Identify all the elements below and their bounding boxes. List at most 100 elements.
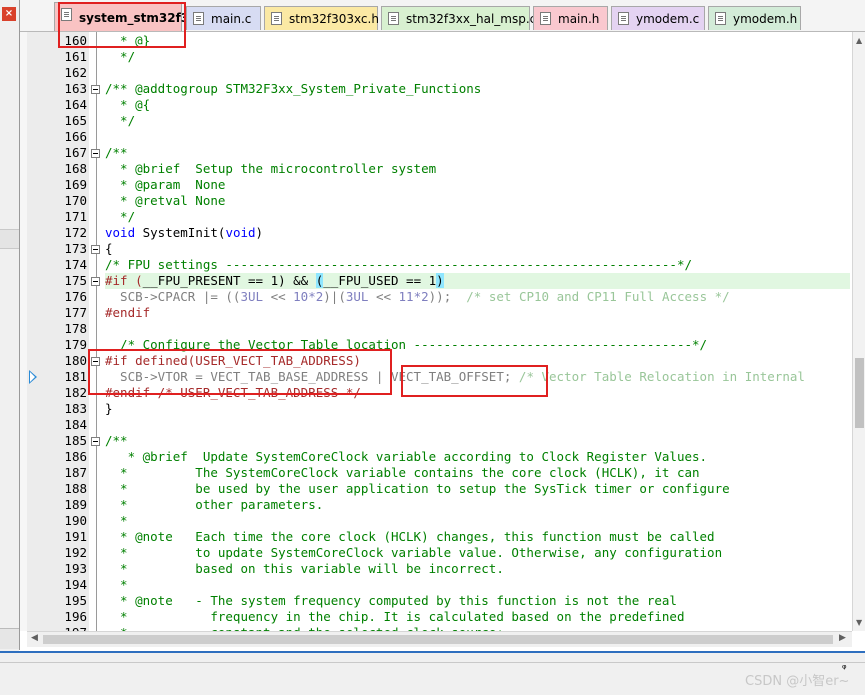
code-line[interactable]: * based on this variable will be incorre…: [105, 561, 504, 577]
line-number: 164: [64, 97, 87, 112]
fold-toggle-icon[interactable]: [91, 437, 100, 446]
panel-bottom-marker: [0, 628, 19, 649]
code-line[interactable]: /**: [105, 433, 128, 449]
scroll-down-icon[interactable]: ▼: [856, 618, 862, 627]
tab-stm32f3xx-hal-msp-c[interactable]: stm32f3xx_hal_msp.c: [381, 6, 536, 30]
code-line[interactable]: */: [105, 113, 135, 129]
line-number: 174: [64, 257, 87, 272]
code-line[interactable]: */: [105, 49, 135, 65]
tab-ymodem-c[interactable]: ymodem.c: [611, 6, 705, 30]
code-line[interactable]: *: [105, 513, 128, 529]
tab-label: stm32f3xx_hal_msp.c: [406, 12, 537, 26]
code-line[interactable]: * @brief Setup the microcontroller syste…: [105, 161, 436, 177]
code-text: <<: [368, 289, 399, 304]
fold-toggle-icon[interactable]: [91, 245, 100, 254]
line-number: 178: [64, 321, 87, 336]
comment: /* set CP10 and CP11 Full Access */: [466, 289, 730, 304]
side-panel-strip: ×: [0, 0, 19, 695]
line-number: 188: [64, 481, 87, 496]
line-number: 170: [64, 193, 87, 208]
code-line[interactable]: * be used by the user application to set…: [105, 481, 730, 497]
fold-guide-line: [96, 32, 97, 631]
code-line-inactive[interactable]: SCB->CPACR |= ((3UL << 10*2)|(3UL << 11*…: [105, 289, 730, 305]
keyword: void: [225, 225, 256, 240]
code-line[interactable]: * frequency in the chip. It is calculate…: [105, 609, 684, 625]
code-line[interactable]: *: [105, 577, 128, 593]
tab-main-c[interactable]: main.c: [186, 6, 261, 30]
horizontal-scrollbar[interactable]: ◀ ▶: [27, 631, 852, 647]
panel-selection-marker: [0, 229, 19, 249]
scroll-thumb[interactable]: [43, 635, 833, 644]
line-number: 194: [64, 577, 87, 592]
tab-ymodem-h[interactable]: ymodem.h: [708, 6, 801, 30]
line-number: 186: [64, 449, 87, 464]
code-line[interactable]: * other parameters.: [105, 497, 323, 513]
line-number: 192: [64, 545, 87, 560]
matched-brace: ): [436, 273, 444, 288]
code-line[interactable]: * @{: [105, 97, 150, 113]
output-panel: [0, 653, 865, 695]
tab-stm32f303xc-h[interactable]: stm32f303xc.h: [264, 6, 379, 30]
code-line[interactable]: * @brief Update SystemCoreClock variable…: [105, 449, 708, 465]
execution-arrow-inner: [30, 372, 35, 382]
line-number: 195: [64, 593, 87, 608]
code-line[interactable]: * to update SystemCoreClock variable val…: [105, 545, 722, 561]
number: 3UL: [240, 289, 264, 304]
line-number: 182: [64, 385, 87, 400]
line-number: 187: [64, 465, 87, 480]
fold-toggle-icon[interactable]: [91, 277, 100, 286]
scroll-up-icon[interactable]: ▲: [856, 36, 862, 45]
fold-toggle-icon[interactable]: [91, 85, 100, 94]
line-number: 165: [64, 113, 87, 128]
line-number: 177: [64, 305, 87, 320]
paren: ): [255, 225, 264, 240]
tab-label: stm32f303xc.h: [289, 12, 379, 26]
annotation-box-vect-tab-offset: [401, 365, 548, 397]
line-number: 185: [64, 433, 87, 448]
file-icon: [715, 12, 726, 25]
code-text: ));: [428, 289, 467, 304]
code-line[interactable]: void SystemInit(void): [105, 225, 263, 241]
output-panel-header: [0, 662, 865, 663]
code-line[interactable]: /**: [105, 145, 128, 161]
code-line[interactable]: {: [105, 241, 113, 257]
line-number: 168: [64, 161, 87, 176]
code-line[interactable]: * @note Each time the core clock (HCLK) …: [105, 529, 715, 545]
line-number: 196: [64, 609, 87, 624]
file-icon: [618, 12, 629, 25]
code-line[interactable]: * @retval None: [105, 193, 225, 209]
code-line[interactable]: * @note - The system frequency computed …: [105, 593, 677, 609]
vertical-scrollbar[interactable]: ▲ ▼: [852, 32, 865, 631]
scroll-thumb[interactable]: [855, 358, 864, 428]
file-icon: [388, 12, 399, 25]
code-text: __FPU_USED == 1: [323, 273, 437, 288]
scroll-right-icon[interactable]: ▶: [839, 633, 846, 643]
code-line[interactable]: */: [105, 209, 135, 225]
code-text: SCB->CPACR |= ((: [105, 289, 241, 304]
line-number: 173: [64, 241, 87, 256]
preprocessor: #if (: [105, 273, 143, 288]
close-icon[interactable]: ×: [2, 7, 16, 21]
code-line[interactable]: * @param None: [105, 177, 225, 193]
line-number: 179: [64, 337, 87, 352]
code-line[interactable]: }: [105, 401, 113, 417]
line-number: 167: [64, 145, 87, 160]
number: 10*2: [293, 289, 324, 304]
line-number: 162: [64, 65, 87, 80]
code-text: <<: [263, 289, 294, 304]
number: 3UL: [345, 289, 369, 304]
code-text: )|(: [323, 289, 346, 304]
tab-main-h[interactable]: main.h: [533, 6, 608, 30]
code-line[interactable]: #if (__FPU_PRESENT == 1) && (__FPU_USED …: [105, 273, 444, 289]
scroll-left-icon[interactable]: ◀: [31, 633, 38, 643]
code-line[interactable]: * The SystemCoreClock variable contains …: [105, 465, 699, 481]
line-number: 190: [64, 513, 87, 528]
tab-label: main.h: [558, 12, 600, 26]
code-line[interactable]: /** @addtogroup STM32F3xx_System_Private…: [105, 81, 481, 97]
fold-toggle-icon[interactable]: [91, 149, 100, 158]
code-line[interactable]: #endif: [105, 305, 150, 321]
line-number: 193: [64, 561, 87, 576]
code-line[interactable]: /* FPU settings ------------------------…: [105, 257, 692, 273]
line-number: 175: [64, 273, 87, 288]
tab-label: ymodem.h: [733, 12, 798, 26]
